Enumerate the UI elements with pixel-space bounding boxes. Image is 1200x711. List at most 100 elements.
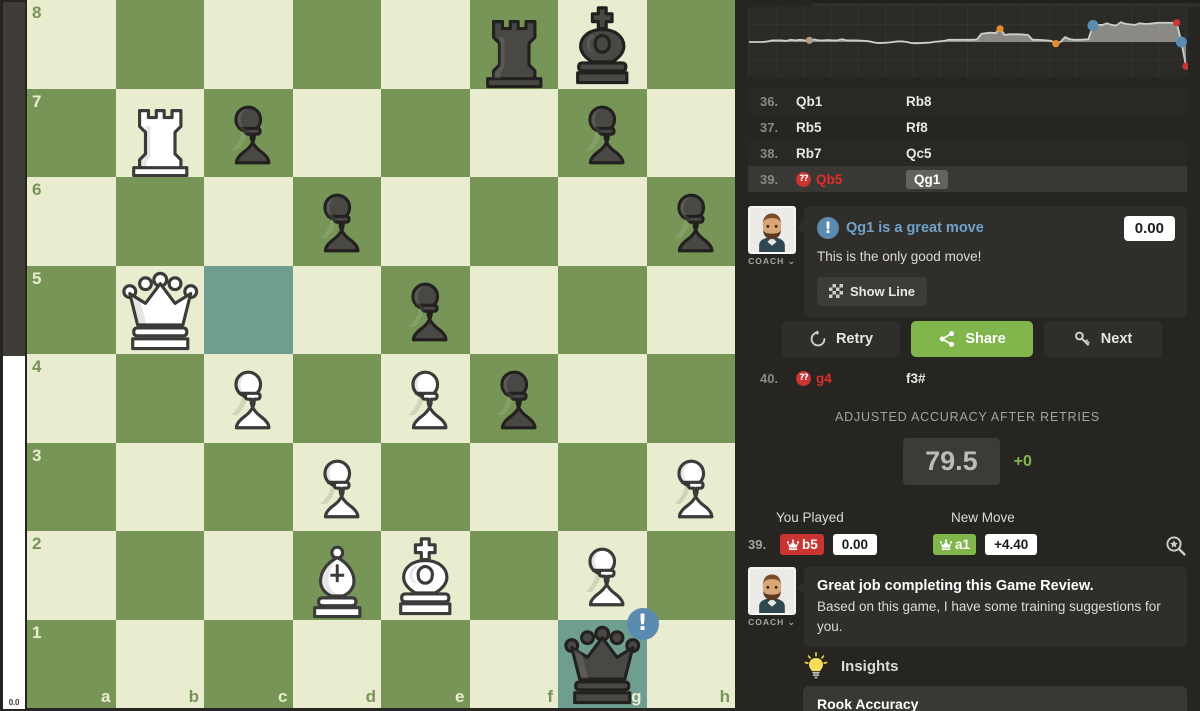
board-square-e2[interactable] xyxy=(381,531,470,620)
evaluation-bar[interactable]: 0.0 xyxy=(0,0,27,711)
move-san-black[interactable]: Qg1 xyxy=(906,169,949,189)
show-line-button[interactable]: Show Line xyxy=(817,276,927,306)
board-square-c2[interactable] xyxy=(204,531,293,620)
move-san-black[interactable]: Rf8 xyxy=(906,120,928,135)
coach-avatar-bottom[interactable]: COACH ⌄ xyxy=(748,567,796,647)
board-square-h8[interactable] xyxy=(646,0,735,89)
move-cell-white[interactable]: Qb1 xyxy=(796,94,906,109)
board-square-a8[interactable]: 8 xyxy=(27,0,116,89)
board-square-g6[interactable] xyxy=(558,177,647,266)
share-button[interactable]: Share xyxy=(911,321,1033,357)
move-list-row[interactable]: 36. Qb1 Rb8 xyxy=(748,88,1187,114)
retry-button[interactable]: Retry xyxy=(782,321,900,357)
board-square-b5[interactable] xyxy=(115,265,205,355)
piece-black-pawn-c7[interactable] xyxy=(204,89,293,178)
piece-white-pawn-h3[interactable] xyxy=(647,443,736,532)
board-square-h4[interactable] xyxy=(646,354,735,443)
piece-white-pawn-g2[interactable] xyxy=(558,531,647,620)
board-square-e5[interactable] xyxy=(381,265,470,355)
board-square-h3[interactable] xyxy=(646,442,736,532)
insight-card-rook-accuracy[interactable]: Rook Accuracy xyxy=(803,686,1187,711)
board-square-g2[interactable] xyxy=(558,531,647,620)
board-square-f3[interactable] xyxy=(469,442,558,531)
board-square-c6[interactable] xyxy=(204,177,293,266)
piece-white-pawn-c4[interactable] xyxy=(204,354,293,443)
board-square-d5[interactable] xyxy=(292,265,381,354)
piece-black-rook-f8[interactable] xyxy=(470,0,559,89)
you-played-move-chip[interactable]: b5 xyxy=(780,534,824,555)
board-square-f5[interactable] xyxy=(469,265,558,354)
piece-black-pawn-h6[interactable] xyxy=(647,177,736,266)
piece-white-queen-b5[interactable] xyxy=(116,266,205,355)
board-square-d8[interactable] xyxy=(292,0,381,89)
board-square-h1[interactable]: h xyxy=(646,619,735,708)
move-list-row[interactable]: 39.?? Qb5 Qg1 xyxy=(748,166,1187,192)
board-square-d2[interactable] xyxy=(292,531,382,620)
move-cell-black[interactable]: f3# xyxy=(906,371,1006,386)
board-square-g8[interactable] xyxy=(558,0,647,89)
board-square-a2[interactable]: 2 xyxy=(27,531,116,620)
board-square-f1[interactable]: f xyxy=(469,619,558,708)
new-move-chip[interactable]: a1 xyxy=(933,534,977,555)
board-square-d6[interactable] xyxy=(292,177,382,266)
board-square-b3[interactable] xyxy=(115,442,204,531)
board-square-a7[interactable]: 7 xyxy=(27,88,116,177)
piece-white-bishop-d2[interactable] xyxy=(293,531,382,620)
board-square-e6[interactable] xyxy=(381,177,470,266)
move-list-row[interactable]: 38. Rb7 Qc5 xyxy=(748,140,1187,166)
board-square-f6[interactable] xyxy=(469,177,558,266)
board-square-b7[interactable] xyxy=(115,88,204,177)
board-square-c1[interactable]: c xyxy=(204,619,293,708)
board-square-a5[interactable]: 5 xyxy=(27,265,116,354)
move-san-black[interactable]: Qc5 xyxy=(906,146,932,161)
coach-avatar-top[interactable]: COACH ⌄ xyxy=(748,206,796,317)
move-cell-black[interactable]: Rb8 xyxy=(906,94,1006,109)
board-square-g1[interactable]: g ! xyxy=(558,607,659,708)
board-square-e3[interactable] xyxy=(381,442,470,531)
board-square-e1[interactable]: e xyxy=(381,619,470,708)
board-square-e7[interactable] xyxy=(381,88,470,177)
board-square-d1[interactable]: d xyxy=(292,619,381,708)
board-square-f8[interactable] xyxy=(469,0,559,89)
move-san-white[interactable]: Rb5 xyxy=(796,120,822,135)
move-cell-black[interactable]: Rf8 xyxy=(906,120,1006,135)
piece-white-king-e2[interactable] xyxy=(381,531,470,620)
move-cell-white[interactable]: ?? Qb5 xyxy=(796,171,906,187)
board-square-b4[interactable] xyxy=(115,354,204,443)
board-square-e4[interactable] xyxy=(381,354,470,443)
board-square-h7[interactable] xyxy=(646,88,735,177)
move-cell-white[interactable]: Rb7 xyxy=(796,146,906,161)
board-square-a3[interactable]: 3 xyxy=(27,442,116,531)
board-square-a4[interactable]: 4 xyxy=(27,354,116,443)
board-square-d3[interactable] xyxy=(292,442,381,531)
move-list-row[interactable]: 40.?? g4 f3# xyxy=(748,365,1187,391)
piece-black-pawn-g7[interactable] xyxy=(558,89,647,178)
board-square-e8[interactable] xyxy=(381,0,470,89)
move-san-white[interactable]: Qb1 xyxy=(796,94,822,109)
piece-black-king-g8[interactable] xyxy=(558,0,647,89)
move-list-continued[interactable]: 40.?? g4 f3# xyxy=(748,365,1187,391)
piece-black-pawn-e5[interactable] xyxy=(381,266,470,355)
next-button[interactable]: Next xyxy=(1044,321,1162,357)
move-san-black[interactable]: f3# xyxy=(906,371,926,386)
board-square-h5[interactable] xyxy=(646,265,735,354)
board-square-f4[interactable] xyxy=(469,354,559,443)
board-square-g7[interactable] xyxy=(558,88,647,178)
piece-white-pawn-e4[interactable] xyxy=(381,354,470,443)
move-san-white[interactable]: g4 xyxy=(816,371,832,386)
board-square-b1[interactable]: b xyxy=(115,619,204,708)
board-square-d4[interactable] xyxy=(292,354,381,443)
move-cell-white[interactable]: Rb5 xyxy=(796,120,906,135)
move-cell-black[interactable]: Qc5 xyxy=(906,146,1006,161)
board-square-h6[interactable] xyxy=(646,177,736,266)
piece-black-pawn-f4[interactable] xyxy=(470,354,559,443)
move-san-black[interactable]: Rb8 xyxy=(906,94,932,109)
board-square-a6[interactable]: 6 xyxy=(27,177,116,266)
board-square-g3[interactable] xyxy=(558,442,647,531)
board-square-b2[interactable] xyxy=(115,531,204,620)
board-square-c7[interactable] xyxy=(204,88,293,178)
move-san-white[interactable]: Qb5 xyxy=(816,172,842,187)
magnifier-star-icon[interactable] xyxy=(1164,534,1188,558)
move-cell-black[interactable]: Qg1 xyxy=(906,169,1006,189)
piece-black-pawn-d6[interactable] xyxy=(293,177,382,266)
